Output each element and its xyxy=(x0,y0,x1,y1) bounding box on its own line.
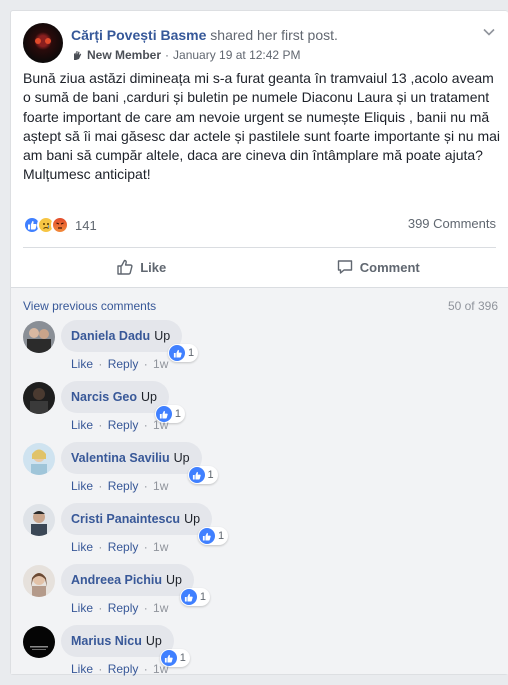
member-badge: New Member xyxy=(87,48,162,62)
comment-reply-link[interactable]: Reply xyxy=(108,418,139,432)
comment-icon xyxy=(337,260,352,274)
comment-reaction[interactable]: 1 xyxy=(179,588,210,606)
comment-like-link[interactable]: Like xyxy=(71,601,93,615)
comment-text: Up xyxy=(145,634,162,648)
author-line: Cărți Povești Basme shared her first pos… xyxy=(71,27,338,43)
comment-actions: Like · Reply · 1w xyxy=(71,357,169,371)
post-actions: Like Comment xyxy=(23,251,496,283)
comment-item: Daniela Dadu Up 1 Like · Reply · 1w xyxy=(23,320,493,380)
post-thanks: Mulțumesc anticipat! xyxy=(23,166,151,183)
author-avatar[interactable] xyxy=(23,23,63,63)
post-body: Bună ziua astăzi dimineața mi s-a furat … xyxy=(23,69,501,185)
comment-actions: Like · Reply · 1w xyxy=(71,662,169,676)
comment-text: Up xyxy=(173,451,190,465)
comment-time[interactable]: 1w xyxy=(153,540,168,554)
view-previous-comments[interactable]: View previous comments xyxy=(23,299,156,313)
comment-label: Comment xyxy=(359,259,420,275)
like-icon xyxy=(169,345,186,361)
comment-like-link[interactable]: Like xyxy=(71,662,93,676)
comment-item: Marius Nicu Up 1 Like · Reply · 1w xyxy=(23,625,493,685)
comment-reaction-count: 1 xyxy=(179,652,186,664)
comment-like-link[interactable]: Like xyxy=(71,357,93,371)
comment-bubble: Andreea Pichiu Up 1 xyxy=(61,564,210,606)
commenter-name[interactable]: Cristi Panaintescu xyxy=(71,512,180,526)
divider xyxy=(23,247,496,248)
meta-separator: · xyxy=(165,48,170,62)
author-action: shared her first post. xyxy=(210,27,338,43)
commenter-name[interactable]: Andreea Pichiu xyxy=(71,573,162,587)
comment-bubble: Narcis Geo Up 1 xyxy=(61,381,185,423)
angry-icon xyxy=(51,216,69,234)
avatar[interactable] xyxy=(23,382,55,414)
post-header: Cărți Povești Basme shared her first pos… xyxy=(23,23,508,67)
comment-reply-link[interactable]: Reply xyxy=(108,479,139,493)
commenter-name[interactable]: Daniela Dadu xyxy=(71,329,150,343)
avatar[interactable] xyxy=(23,321,55,353)
chevron-down-icon[interactable] xyxy=(482,25,496,39)
comments-count[interactable]: 399 Comments xyxy=(408,216,496,231)
comment-reaction-count: 1 xyxy=(207,469,214,481)
post-timestamp[interactable]: January 19 at 12:42 PM xyxy=(173,48,300,62)
comment-item: Valentina Saviliu Up 1 Like · Reply · 1w xyxy=(23,442,493,502)
comment-reaction-count: 1 xyxy=(199,591,206,603)
comment-text: Up xyxy=(141,390,157,404)
comments-section: View previous comments 50 of 396 Daniela… xyxy=(11,287,508,676)
comment-bubble: Daniela Dadu Up 1 xyxy=(61,320,199,362)
like-icon xyxy=(180,589,197,605)
comment-reaction[interactable]: 1 xyxy=(197,527,229,545)
reaction-count[interactable]: 141 xyxy=(75,218,97,233)
comment-time[interactable]: 1w xyxy=(153,662,168,676)
comment-like-link[interactable]: Like xyxy=(71,479,93,493)
comment-item: Narcis Geo Up 1 Like · Reply · 1w xyxy=(23,381,493,441)
comment-reply-link[interactable]: Reply xyxy=(108,357,139,371)
comment-bubble: Marius Nicu Up 1 xyxy=(61,625,190,667)
comment-button[interactable]: Comment xyxy=(260,251,497,283)
comment-reply-link[interactable]: Reply xyxy=(108,662,139,676)
comment-reply-link[interactable]: Reply xyxy=(108,540,139,554)
comment-text: Up xyxy=(184,512,201,526)
comment-item: Andreea Pichiu Up 1 Like · Reply · 1w xyxy=(23,564,493,624)
like-label: Like xyxy=(140,259,167,275)
post-meta: New Member · January 19 at 12:42 PM xyxy=(71,48,300,62)
like-icon xyxy=(188,467,205,483)
avatar[interactable] xyxy=(23,626,55,658)
like-icon xyxy=(198,528,215,544)
comments-page-count: 50 of 396 xyxy=(447,299,498,313)
comment-item: Cristi Panaintescu Up 1 Like · Reply · 1… xyxy=(23,503,493,563)
commenter-name[interactable]: Marius Nicu xyxy=(71,634,142,648)
comment-reply-link[interactable]: Reply xyxy=(108,601,139,615)
comment-actions: Like · Reply · 1w xyxy=(71,418,169,432)
commenter-name[interactable]: Valentina Saviliu xyxy=(71,451,170,465)
thumbs-up-icon xyxy=(117,259,133,275)
comment-like-link[interactable]: Like xyxy=(71,540,93,554)
comment-bubble: Cristi Panaintescu Up 1 xyxy=(61,503,229,545)
wave-hand-icon xyxy=(74,51,82,60)
comment-reaction-count: 1 xyxy=(217,530,225,542)
reactions-summary[interactable]: 141 xyxy=(23,215,97,235)
post-message: Bună ziua astăzi dimineața mi s-a furat … xyxy=(23,70,501,164)
comment-text: Up xyxy=(154,329,171,343)
comment-time[interactable]: 1w xyxy=(153,601,168,615)
comment-actions: Like · Reply · 1w xyxy=(71,540,169,554)
comment-time[interactable]: 1w xyxy=(153,357,168,371)
comment-reaction[interactable]: 1 xyxy=(187,466,218,484)
avatar[interactable] xyxy=(23,443,55,475)
comment-actions: Like · Reply · 1w xyxy=(71,601,169,615)
commenter-name[interactable]: Narcis Geo xyxy=(71,390,137,404)
like-button[interactable]: Like xyxy=(23,251,260,283)
comment-like-link[interactable]: Like xyxy=(71,418,93,432)
comment-time[interactable]: 1w xyxy=(153,418,168,432)
comment-time[interactable]: 1w xyxy=(153,479,168,493)
comment-reaction-count: 1 xyxy=(174,408,181,420)
comment-reaction[interactable]: 1 xyxy=(168,344,199,362)
comment-text: Up xyxy=(166,573,182,587)
avatar[interactable] xyxy=(23,565,55,597)
comment-reaction-count: 1 xyxy=(188,347,195,359)
author-name[interactable]: Cărți Povești Basme xyxy=(71,27,206,43)
avatar[interactable] xyxy=(23,504,55,536)
comment-bubble: Valentina Saviliu Up 1 xyxy=(61,442,218,484)
post-card: Cărți Povești Basme shared her first pos… xyxy=(10,10,508,676)
comment-actions: Like · Reply · 1w xyxy=(71,479,169,493)
